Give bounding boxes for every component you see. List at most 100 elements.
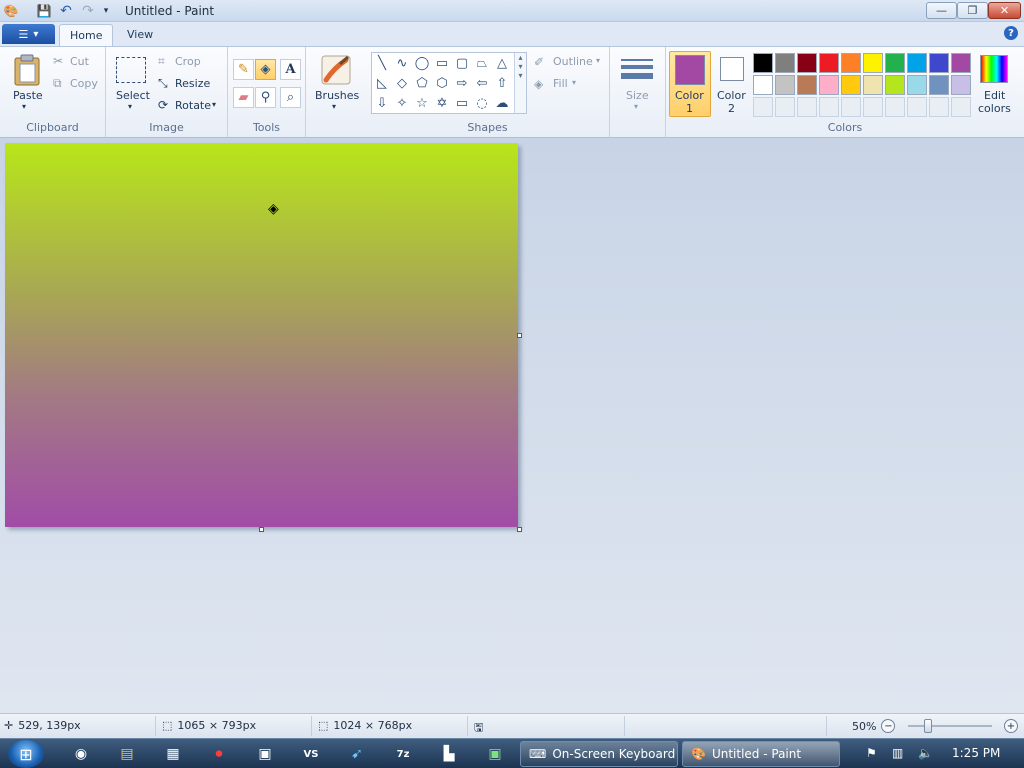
triangle-shape-icon[interactable]: △ — [492, 53, 512, 73]
zoom-out-icon[interactable]: − — [881, 719, 896, 733]
cut-button[interactable]: Cut — [70, 55, 89, 68]
diamond-shape-icon[interactable]: ◇ — [392, 73, 412, 93]
tab-home[interactable]: Home — [59, 24, 114, 46]
shapes-scrollbar[interactable]: ▴ ▾ ▾ — [514, 53, 526, 113]
custom-color-slot[interactable] — [797, 97, 817, 117]
chrome-icon[interactable]: ◉ — [68, 743, 94, 765]
edit-colors-label-bottom[interactable]: colors — [978, 102, 1011, 115]
palette-swatch[interactable] — [929, 53, 949, 73]
palette-swatch[interactable] — [775, 53, 795, 73]
cloud-callout-shape-icon[interactable]: ☁ — [492, 93, 512, 113]
palette-swatch[interactable] — [951, 53, 971, 73]
palette-swatch[interactable] — [775, 75, 795, 95]
custom-color-slot[interactable] — [819, 97, 839, 117]
outline-dropdown-icon[interactable]: ▾ — [596, 56, 600, 65]
rotate-dropdown-icon[interactable]: ▾ — [212, 100, 216, 109]
size-dropdown-icon[interactable]: ▾ — [634, 102, 638, 111]
custom-color-slot[interactable] — [775, 97, 795, 117]
custom-color-slot[interactable] — [753, 97, 773, 117]
palette-swatch[interactable] — [753, 75, 773, 95]
palette-swatch[interactable] — [819, 53, 839, 73]
four-point-star-shape-icon[interactable]: ✧ — [392, 93, 412, 113]
app-window-icon[interactable]: ▣ — [252, 743, 278, 765]
canvas-workspace[interactable]: ◈ — [0, 138, 1024, 713]
palette-swatch[interactable] — [863, 75, 883, 95]
maximize-button[interactable]: ❐ — [957, 2, 988, 19]
custom-color-slot[interactable] — [863, 97, 883, 117]
palette-swatch[interactable] — [841, 53, 861, 73]
zoom-in-icon[interactable]: + — [1004, 719, 1018, 733]
tab-view[interactable]: View — [117, 24, 163, 46]
network-tray-icon[interactable]: ▥ — [892, 746, 903, 760]
six-point-star-shape-icon[interactable]: ✡ — [432, 93, 452, 113]
visual-studio-icon[interactable]: VS — [298, 743, 324, 765]
size-button[interactable]: Size — [626, 89, 649, 102]
oval-callout-shape-icon[interactable]: ◌ — [472, 93, 492, 113]
clock[interactable]: 1:25 PM — [952, 746, 1000, 760]
volume-tray-icon[interactable]: 🔈 — [918, 746, 933, 760]
rotate-button[interactable]: Rotate — [175, 99, 211, 112]
up-arrow-shape-icon[interactable]: ⇧ — [492, 73, 512, 93]
customize-toolbar-icon[interactable]: ▾ — [98, 3, 114, 19]
zoom-slider-thumb[interactable] — [924, 719, 932, 733]
brushes-button[interactable]: Brushes — [315, 89, 359, 102]
right-triangle-shape-icon[interactable]: ◺ — [372, 73, 392, 93]
right-arrow-shape-icon[interactable]: ⇨ — [452, 73, 472, 93]
custom-color-slot[interactable] — [885, 97, 905, 117]
bird-app-icon[interactable]: ➹ — [344, 743, 370, 765]
palette-swatch[interactable] — [841, 75, 861, 95]
palette-swatch[interactable] — [797, 53, 817, 73]
pentagon-shape-icon[interactable]: ⬠ — [412, 73, 432, 93]
polygon-shape-icon[interactable]: ⏢ — [472, 53, 492, 73]
palette-swatch[interactable] — [863, 53, 883, 73]
fill-button[interactable]: Fill — [553, 77, 568, 90]
minimize-button[interactable]: — — [926, 2, 957, 19]
color2-swatch[interactable] — [720, 57, 744, 81]
text-icon[interactable]: A — [280, 59, 301, 80]
five-point-star-shape-icon[interactable]: ☆ — [412, 93, 432, 113]
palette-swatch[interactable] — [753, 53, 773, 73]
curve-shape-icon[interactable]: ∿ — [392, 53, 412, 73]
oval-shape-icon[interactable]: ◯ — [412, 53, 432, 73]
resize-handle-corner[interactable] — [517, 527, 522, 532]
resize-handle-right[interactable] — [517, 333, 522, 338]
custom-color-slot[interactable] — [841, 97, 861, 117]
resize-button[interactable]: Resize — [175, 77, 210, 90]
paste-dropdown-icon[interactable]: ▾ — [22, 102, 26, 111]
select-button[interactable]: Select — [116, 89, 150, 102]
outline-button[interactable]: Outline — [553, 55, 593, 68]
crop-button[interactable]: Crop — [175, 55, 201, 68]
custom-color-slot[interactable] — [929, 97, 949, 117]
zoom-slider-track[interactable] — [908, 725, 992, 727]
drawing-canvas[interactable] — [5, 143, 518, 527]
edit-colors-icon[interactable] — [980, 55, 1008, 83]
down-arrow-shape-icon[interactable]: ⇩ — [372, 93, 392, 113]
record-icon[interactable]: ⏺ — [206, 743, 232, 765]
palette-swatch[interactable] — [907, 75, 927, 95]
palette-swatch[interactable] — [929, 75, 949, 95]
paste-icon[interactable] — [12, 53, 42, 87]
terminal-icon[interactable]: ▣ — [482, 743, 508, 765]
color-picker-icon[interactable]: ⚲ — [255, 87, 276, 108]
fill-bucket-icon[interactable]: ◈ — [255, 59, 276, 80]
file-explorer-icon[interactable]: ▤ — [114, 743, 140, 765]
magnifier-icon[interactable]: ⌕ — [280, 87, 301, 108]
taskbar-onscreen-keyboard[interactable]: ⌨ On-Screen Keyboard — [520, 741, 678, 767]
brushes-dropdown-icon[interactable]: ▾ — [332, 102, 336, 111]
eraser-icon[interactable]: ▰ — [233, 87, 254, 108]
palette-swatch[interactable] — [885, 75, 905, 95]
copy-button[interactable]: Copy — [70, 77, 98, 90]
rectangle-shape-icon[interactable]: ▭ — [432, 53, 452, 73]
file-menu-button[interactable]: ☰ ▾ — [2, 24, 55, 44]
start-button[interactable]: ⊞ — [8, 740, 44, 768]
rounded-callout-shape-icon[interactable]: ▭ — [452, 93, 472, 113]
rounded-rectangle-shape-icon[interactable]: ▢ — [452, 53, 472, 73]
palette-swatch[interactable] — [819, 75, 839, 95]
taskbar-paint[interactable]: 🎨 Untitled - Paint — [682, 741, 840, 767]
select-dropdown-icon[interactable]: ▾ — [128, 102, 132, 111]
brushes-icon[interactable] — [319, 53, 353, 87]
hexagon-shape-icon[interactable]: ⬡ — [432, 73, 452, 93]
palette-swatch[interactable] — [951, 75, 971, 95]
palette-swatch[interactable] — [797, 75, 817, 95]
fill-dropdown-icon[interactable]: ▾ — [572, 78, 576, 87]
